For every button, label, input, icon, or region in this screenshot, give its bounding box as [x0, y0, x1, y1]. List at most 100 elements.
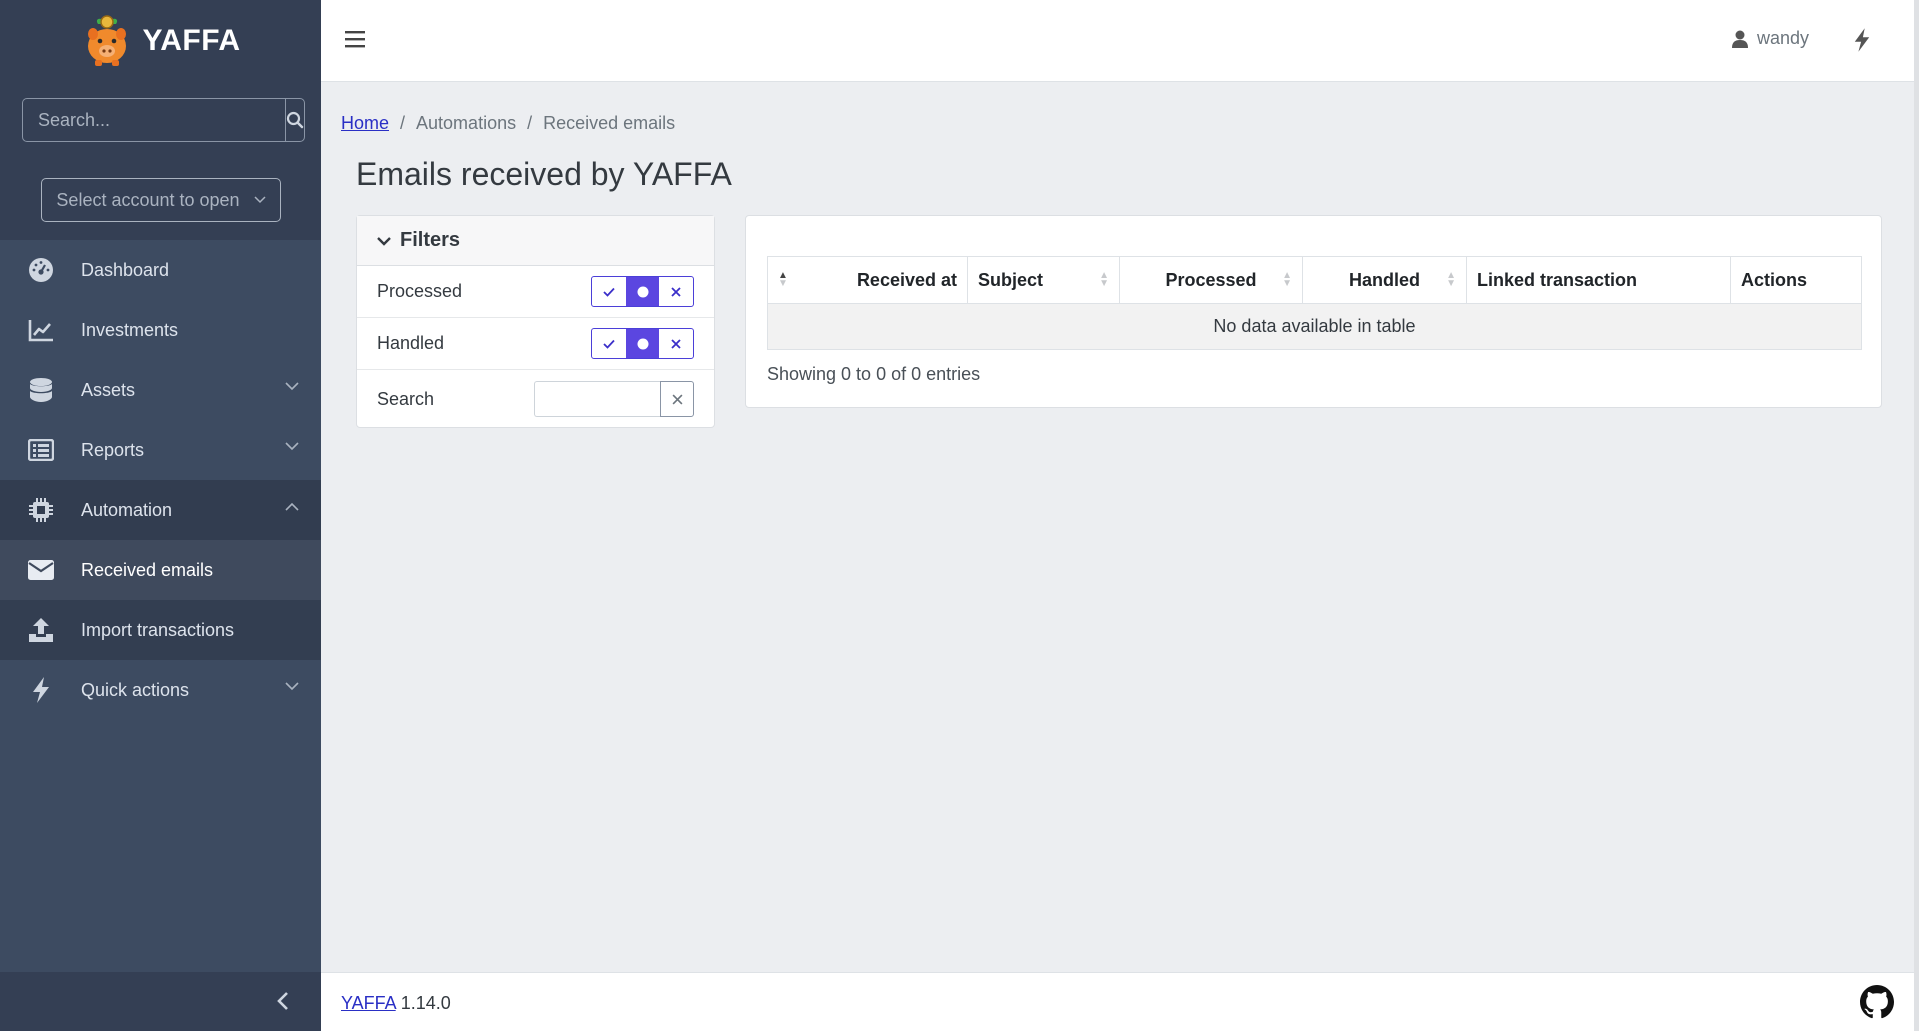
column-label: Actions	[1741, 269, 1808, 290]
sidebar-item-assets[interactable]: Assets	[0, 360, 321, 420]
table-row: No data available in table	[767, 303, 1862, 350]
sidebar-item-import-transactions[interactable]: Import transactions	[0, 600, 321, 660]
sidebar-item-automation[interactable]: Automation	[0, 480, 321, 540]
chevron-down-icon	[285, 442, 299, 451]
breadcrumb: Home / Automations / Received emails	[341, 113, 675, 134]
user-menu[interactable]: wandy	[1731, 28, 1809, 49]
processed-any-option[interactable]	[625, 277, 660, 306]
handled-yes-option[interactable]	[592, 329, 626, 358]
chart-line-icon	[28, 317, 54, 343]
column-label: Received at	[856, 269, 957, 290]
breadcrumb-automations: Automations	[416, 113, 517, 133]
breadcrumb-current: Received emails	[543, 113, 676, 133]
sidebar-item-investments[interactable]: Investments	[0, 300, 321, 360]
sidebar-item-label: Automation	[81, 499, 173, 520]
empty-table-message: No data available in table	[767, 303, 1862, 350]
column-received-at[interactable]: ▲ ▼ Received at	[767, 256, 968, 304]
filters-panel: Filters Processed Handled Search	[356, 215, 715, 428]
clear-search-button[interactable]	[660, 381, 694, 417]
piggy-bank-logo-icon	[88, 15, 127, 66]
column-label: Processed	[1165, 269, 1257, 290]
sidebar-search-button[interactable]	[285, 98, 305, 142]
chevron-down-icon	[377, 236, 391, 246]
filter-handled: Handled	[357, 318, 714, 370]
close-icon	[671, 338, 681, 349]
bolt-icon[interactable]	[1853, 28, 1871, 52]
sidebar-item-dashboard[interactable]: Dashboard	[0, 240, 321, 300]
footer-yaffa-link[interactable]: YAFFA	[341, 993, 396, 1013]
chip-icon	[28, 497, 54, 523]
top-navbar: wandy	[321, 0, 1919, 82]
sidebar-item-reports[interactable]: Reports	[0, 420, 321, 480]
github-icon[interactable]	[1860, 985, 1894, 1019]
column-label: Handled	[1348, 269, 1420, 290]
chevron-left-icon[interactable]	[277, 992, 289, 1010]
bolt-icon	[28, 677, 54, 703]
sidebar-item-label: Investments	[81, 319, 179, 340]
column-handled[interactable]: Handled ▲ ▼	[1302, 256, 1467, 304]
sidebar-item-label: Assets	[81, 379, 136, 400]
sidebar-item-label: Reports	[81, 439, 145, 460]
envelope-icon	[28, 557, 54, 583]
processed-tristate-toggle	[591, 276, 694, 307]
sidebar-controls: Select account to open	[0, 82, 321, 240]
filter-label: Processed	[377, 281, 463, 301]
filters-header[interactable]: Filters	[357, 216, 714, 266]
chevron-up-icon	[285, 502, 299, 511]
sidebar-item-quick-actions[interactable]: Quick actions	[0, 660, 321, 720]
account-select-label: Select account to open	[56, 189, 240, 210]
sidebar-item-received-emails[interactable]: Received emails	[0, 540, 321, 600]
upload-icon	[28, 617, 54, 643]
handled-any-option[interactable]	[625, 329, 660, 358]
column-subject[interactable]: Subject ▲ ▼	[967, 256, 1120, 304]
sort-asc-icon: ▲ ▼	[778, 270, 788, 289]
scrollbar[interactable]	[1914, 0, 1919, 1031]
sidebar-item-label: Received emails	[81, 559, 214, 580]
page-title: Emails received by YAFFA	[356, 156, 732, 192]
user-icon	[1731, 30, 1748, 48]
database-icon	[28, 377, 54, 403]
column-actions: Actions	[1730, 256, 1862, 304]
breadcrumb-separator: /	[527, 113, 533, 133]
sort-icon: ▲ ▼	[1446, 270, 1456, 289]
handled-no-option[interactable]	[659, 329, 693, 358]
table-header-row: ▲ ▼ Received at Subject ▲ ▼ Processed ▲ ▼ H…	[767, 256, 1862, 304]
filter-processed: Processed	[357, 266, 714, 318]
filter-label: Search	[377, 388, 435, 409]
emails-table: ▲ ▼ Received at Subject ▲ ▼ Processed ▲ ▼ H…	[767, 256, 1862, 350]
column-processed[interactable]: Processed ▲ ▼	[1119, 256, 1303, 304]
search-icon	[286, 111, 304, 129]
sidebar-item-label: Dashboard	[81, 259, 170, 280]
chevron-down-icon	[254, 196, 266, 204]
breadcrumb-separator: /	[400, 113, 406, 133]
brand[interactable]: YAFFA	[0, 0, 321, 82]
sidebar-search	[22, 98, 305, 142]
filter-label: Handled	[377, 333, 445, 353]
check-icon	[603, 287, 615, 297]
processed-yes-option[interactable]	[592, 277, 626, 306]
user-name: wandy	[1756, 28, 1809, 48]
close-icon	[672, 394, 682, 404]
column-label: Subject	[978, 269, 1044, 290]
sidebar-search-input[interactable]	[22, 98, 285, 142]
filter-search-input[interactable]	[534, 381, 660, 417]
column-linked-transaction: Linked transaction	[1466, 256, 1731, 304]
emails-table-card: ▲ ▼ Received at Subject ▲ ▼ Processed ▲ ▼ H…	[745, 215, 1882, 408]
page-footer: YAFFA 1.14.0	[321, 972, 1914, 1031]
sort-icon: ▲ ▼	[1099, 270, 1109, 289]
account-select[interactable]: Select account to open	[41, 178, 281, 222]
filter-search: Search	[357, 370, 714, 428]
footer-version: YAFFA 1.14.0	[341, 993, 451, 1014]
version-number: 1.14.0	[400, 993, 451, 1013]
sidebar-item-label: Import transactions	[81, 619, 235, 640]
processed-no-option[interactable]	[659, 277, 693, 306]
handled-tristate-toggle	[591, 328, 694, 359]
table-info: Showing 0 to 0 of 0 entries	[767, 364, 981, 384]
sidebar-footer	[0, 972, 321, 1031]
breadcrumb-home-link[interactable]: Home	[341, 113, 389, 134]
filters-title: Filters	[400, 229, 461, 251]
circle-icon	[637, 338, 648, 349]
sidebar-item-label: Quick actions	[81, 679, 190, 700]
hamburger-menu-icon[interactable]	[345, 30, 365, 48]
circle-icon	[637, 286, 648, 297]
